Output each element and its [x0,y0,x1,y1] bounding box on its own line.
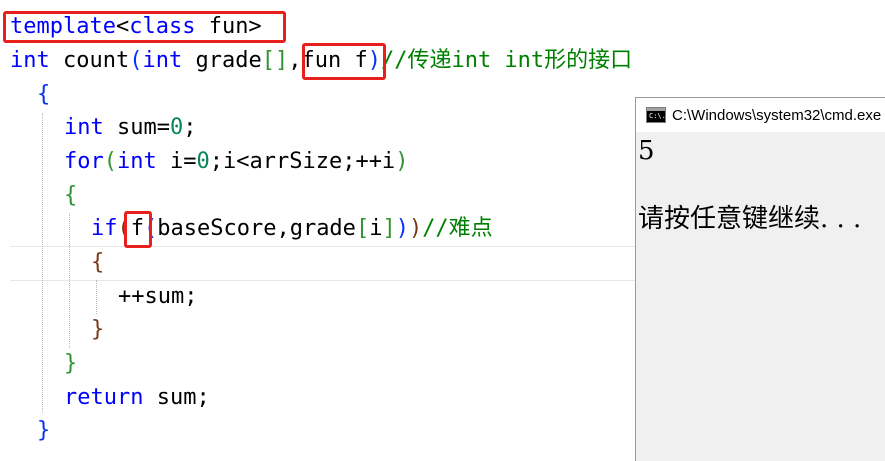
code-token: int [64,115,104,140]
indent-guide [69,213,70,348]
console-output-number: 5 [638,136,655,166]
code-line-12[interactable]: return sum; [64,381,210,414]
code-token: ) [395,149,409,174]
code-token: [] [261,48,289,73]
code-token: } [37,418,51,443]
code-line-3[interactable]: { [37,78,50,111]
code-line-4[interactable]: int sum=0; [64,111,196,144]
code-token: ( [103,149,117,174]
code-line-11[interactable]: } [64,347,77,380]
console-pause-prompt: 请按任意键继续. . . [638,204,862,234]
code-token: ) [395,216,409,241]
code-token: //传递 [380,48,452,73]
code-token: grade [182,48,262,73]
code-token: ; [183,115,197,140]
code-line-6[interactable]: { [64,179,77,212]
code-token: int [117,149,157,174]
indent-guide [42,113,43,413]
code-token: int [10,48,50,73]
cmd-icon: C:\. [646,107,666,123]
code-token: [ [355,216,370,241]
code-token: ( [129,48,143,73]
code-token: int [142,48,183,73]
code-token: return [64,385,144,410]
code-token: ] [382,216,396,241]
code-line-5[interactable]: for(int i=0;i<arrSize;++i) [64,145,408,178]
code-token: sum= [103,115,170,140]
indent-guide [96,280,97,314]
code-token: ;i<arrSize;++i [209,149,396,174]
code-token: i [369,216,383,241]
f-call-highlight-box [124,211,152,248]
code-token: 0 [196,149,210,174]
code-token: //难点 [422,216,493,241]
code-token: count [49,48,130,73]
code-line-9[interactable]: ++sum; [118,280,197,313]
code-token: i= [156,149,197,174]
template-highlight-box [3,11,286,43]
code-line-10[interactable]: } [91,313,104,346]
console-output: 5 请按任意键继续. . . [636,132,885,461]
code-line-8[interactable]: { [91,246,104,279]
console-title-bar[interactable]: C:\. C:\Windows\system32\cmd.exe [636,98,885,132]
code-token: { [64,183,78,208]
console-window[interactable]: C:\. C:\Windows\system32\cmd.exe 5 请按任意键… [635,97,885,461]
code-token: } [91,317,105,342]
code-token: ++sum; [118,284,198,309]
fun-param-highlight-box [302,43,386,80]
code-token: ) [408,216,423,241]
code-token: for [64,149,104,174]
console-title: C:\Windows\system32\cmd.exe [672,106,882,124]
code-token: if [91,216,118,241]
code-token: baseScore,grade [157,216,356,241]
code-token: { [91,250,105,275]
code-token: } [64,351,78,376]
code-token: 形的接口 [544,48,633,73]
cmd-icon-label: C:\. [649,112,666,120]
code-token: { [37,82,51,107]
code-token: 0 [169,115,184,140]
code-token: int int [451,48,545,73]
code-line-13[interactable]: } [37,414,50,447]
code-token: sum; [143,385,210,410]
